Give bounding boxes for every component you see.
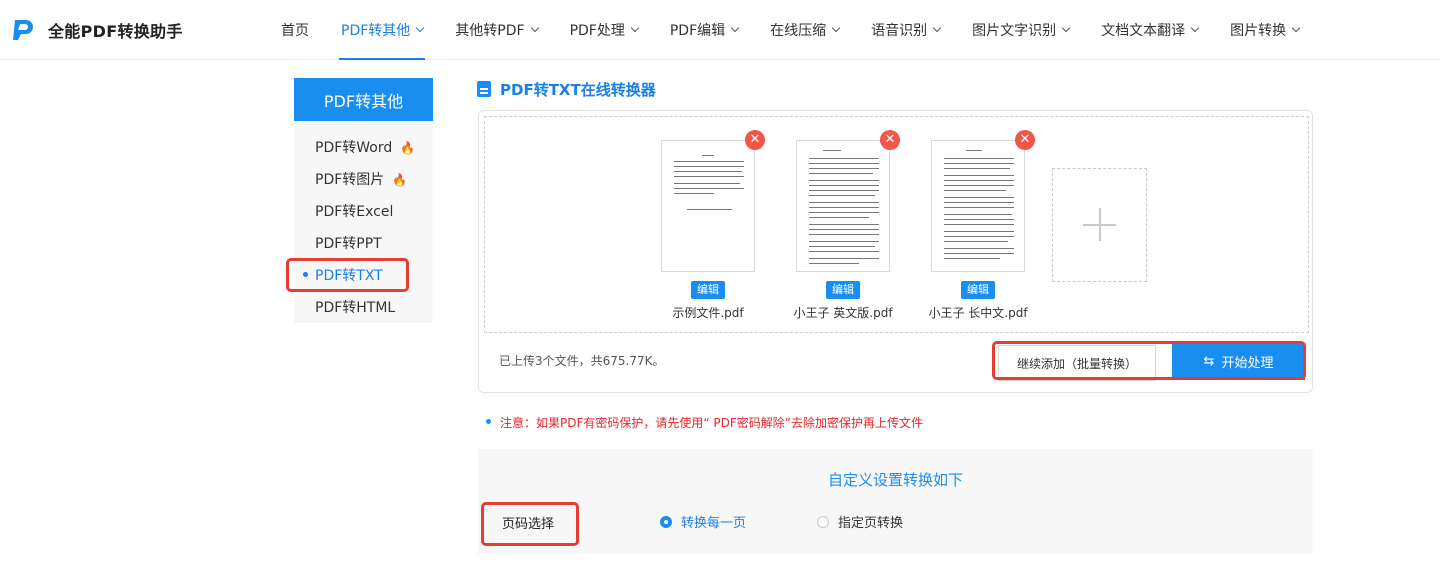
sidebar-item-label: PDF转图片 [315,172,385,188]
nav-label: PDF处理 [569,23,625,39]
chevron-down-icon [1190,23,1200,33]
sidebar-item-pdf-html[interactable]: PDF转HTML [315,297,395,317]
radio-selected-icon [660,515,672,528]
main-nav: 首页 PDF转其他 其他转PDF PDF处理 PDF编辑 在线压缩 语音识别 图… [265,0,1315,60]
sidebar-item-label: PDF转Word [315,140,393,156]
close-icon[interactable]: ✕ [880,130,900,150]
file-dropzone[interactable]: ✕ 编辑 示例文件.pdf ✕ 编辑 小王子 英文版.pdf ✕ 编辑 小王子 … [484,116,1309,333]
settings-panel: 自定义设置转换如下 页码选择 转换每一页 指定页转换 [478,449,1313,554]
highlight-box [286,258,409,292]
nav-label: 文档文本翻译 [1101,23,1186,39]
file-name: 小王子 长中文.pdf [928,306,1028,320]
highlight-box [992,341,1306,380]
document-icon [477,81,491,97]
top-header: 全能PDF转换助手 首页 PDF转其他 其他转PDF PDF处理 PDF编辑 在… [0,0,1440,60]
nav-ocr[interactable]: 图片文字识别 [956,0,1085,60]
nav-label: 首页 [281,23,309,39]
sidebar-item-pdf-word[interactable]: PDF转Word 🔥 [315,137,415,157]
edit-button[interactable]: 编辑 [691,281,725,299]
nav-pdf-to-other[interactable]: PDF转其他 [325,0,439,60]
sidebar-item-label: PDF转PPT [315,236,382,252]
nav-other-to-pdf[interactable]: 其他转PDF [439,0,553,60]
chevron-down-icon [630,23,640,33]
sidebar-list: PDF转Word 🔥 PDF转图片 🔥 PDF转Excel PDF转PPT PDF转… [294,121,433,323]
chevron-down-icon [1291,23,1301,33]
radio-label: 指定页转换 [838,516,904,531]
sidebar-item-pdf-image[interactable]: PDF转图片 🔥 [315,169,407,189]
nav-pdf-process[interactable]: PDF处理 [554,0,654,60]
file-thumbnail[interactable] [931,140,1025,272]
nav-label: 语音识别 [871,23,928,39]
file-thumbnail[interactable] [661,140,755,272]
chevron-down-icon [1061,23,1071,33]
bullet-dot [486,419,491,424]
file-card: ✕ 编辑 示例文件.pdf [661,130,765,321]
sidebar-item-label: PDF转HTML [315,300,396,316]
sidebar-item-label: PDF转Excel [315,204,394,220]
sidebar-item-pdf-ppt[interactable]: PDF转PPT [315,233,382,253]
password-notice: 注意：如果PDF有密码保护，请先使用“ PDF密码解除”去除加密保护再上传文件 [500,416,924,430]
highlight-box [481,502,579,546]
nav-home[interactable]: 首页 [265,0,325,60]
nav-label: 图片文字识别 [972,23,1057,39]
fire-icon: 🔥 [400,141,416,155]
upload-summary: 已上传3个文件，共675.77K。 [499,354,665,368]
nav-label: PDF转其他 [341,23,411,39]
radio-empty-icon [817,515,829,528]
chevron-down-icon [416,23,425,33]
nav-translate[interactable]: 文档文本翻译 [1085,0,1214,60]
nav-label: 其他转PDF [455,23,525,39]
radio-convert-every-page[interactable]: 转换每一页 [660,512,746,531]
nav-label: 图片转换 [1230,23,1287,39]
sidebar-item-pdf-excel[interactable]: PDF转Excel [315,201,393,221]
page-title: PDF转TXT在线转换器 [500,81,656,99]
file-card: ✕ 编辑 小王子 长中文.pdf [928,130,1035,321]
radio-specify-pages[interactable]: 指定页转换 [817,512,903,531]
fire-icon: 🔥 [392,173,408,187]
nav-label: 在线压缩 [770,23,827,39]
nav-image-convert[interactable]: 图片转换 [1214,0,1315,60]
close-icon[interactable]: ✕ [745,130,765,150]
p-logo-icon[interactable] [12,18,34,42]
close-icon[interactable]: ✕ [1015,130,1035,150]
settings-title: 自定义设置转换如下 [827,471,963,489]
file-card: ✕ 编辑 小王子 英文版.pdf [793,130,900,321]
radio-label: 转换每一页 [681,516,747,531]
nav-compress[interactable]: 在线压缩 [754,0,855,60]
nav-speech[interactable]: 语音识别 [855,0,956,60]
add-file-button[interactable] [1052,168,1147,282]
chevron-down-icon [730,23,740,33]
chevron-down-icon [530,23,539,33]
brand-name[interactable]: 全能PDF转换助手 [48,18,183,42]
edit-button[interactable]: 编辑 [826,281,860,299]
nav-pdf-edit[interactable]: PDF编辑 [654,0,754,60]
file-thumbnail[interactable] [796,140,890,272]
chevron-down-icon [831,23,841,33]
sidebar-heading: PDF转其他 [294,78,433,121]
edit-button[interactable]: 编辑 [961,281,995,299]
nav-label: PDF编辑 [669,23,726,39]
chevron-down-icon [932,23,942,33]
